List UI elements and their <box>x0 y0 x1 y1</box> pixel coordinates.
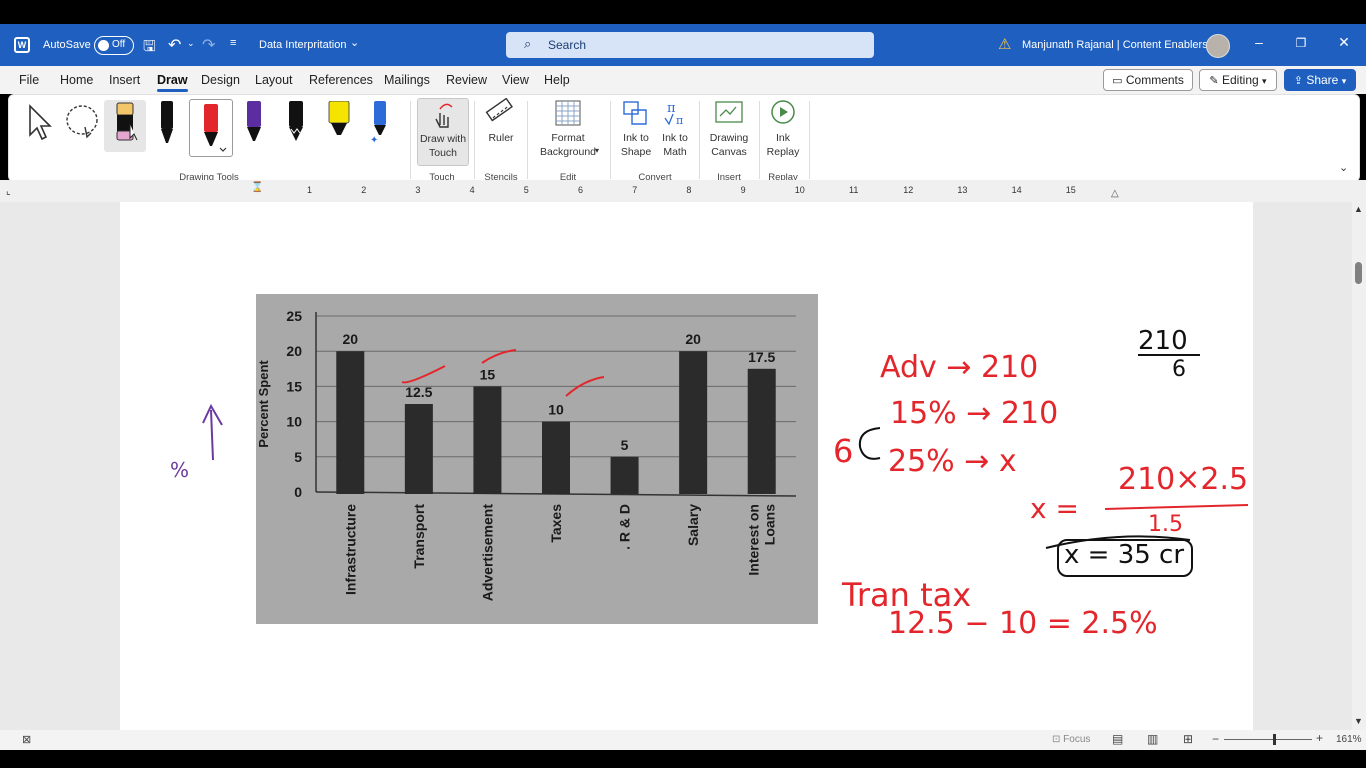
bottom-bar <box>0 750 1366 768</box>
status-bar: ⊠ ⊡ Focus ▤ ▥ ⊞ − + 161% <box>0 730 1366 750</box>
zoom-level[interactable]: 161% <box>1336 734 1362 745</box>
pct15-line-ink: 15% → 210 <box>890 396 1059 431</box>
pct25-line-ink: 25% → x <box>888 444 1017 479</box>
check-mark-ink <box>401 365 446 384</box>
fraction-bar-ink <box>1104 504 1249 510</box>
black-curve-ink <box>858 427 881 460</box>
web-layout-icon[interactable]: ⊞ <box>1183 732 1193 746</box>
zoom-slider[interactable] <box>1224 739 1312 740</box>
zoom-in-icon[interactable]: + <box>1316 731 1323 745</box>
equation-numerator-ink: 210×2.5 <box>1118 462 1249 497</box>
fraction-top-ink: 210 <box>1138 326 1188 356</box>
focus-icon: ⊡ <box>1052 734 1061 745</box>
equation-denominator-ink: 1.5 <box>1148 512 1183 537</box>
result-ink: x = 35 cr <box>1064 540 1185 570</box>
zoom-out-icon[interactable]: − <box>1212 732 1219 746</box>
equation-left-ink: x = <box>1030 492 1079 525</box>
print-layout-icon[interactable]: ▥ <box>1147 732 1158 746</box>
six-ink: 6 <box>833 432 854 470</box>
focus-label: Focus <box>1063 734 1091 745</box>
ink-layer <box>202 349 1249 577</box>
check-mark-ink <box>481 349 517 364</box>
focus-button[interactable]: ⊡ Focus <box>1052 734 1090 745</box>
read-mode-icon[interactable]: ▤ <box>1112 732 1123 746</box>
zoom-slider-thumb[interactable] <box>1273 734 1276 745</box>
adv-line-ink: Adv → 210 <box>880 350 1039 385</box>
check-mark-ink <box>565 376 605 397</box>
purple-arrow-ink <box>202 403 223 461</box>
accessibility-icon[interactable]: ⊠ <box>22 733 31 746</box>
calculation-ink: 12.5 − 10 = 2.5% <box>888 606 1158 641</box>
fraction-bottom-ink: 6 <box>1172 357 1186 382</box>
left-axis-note-ink: % <box>170 458 190 482</box>
